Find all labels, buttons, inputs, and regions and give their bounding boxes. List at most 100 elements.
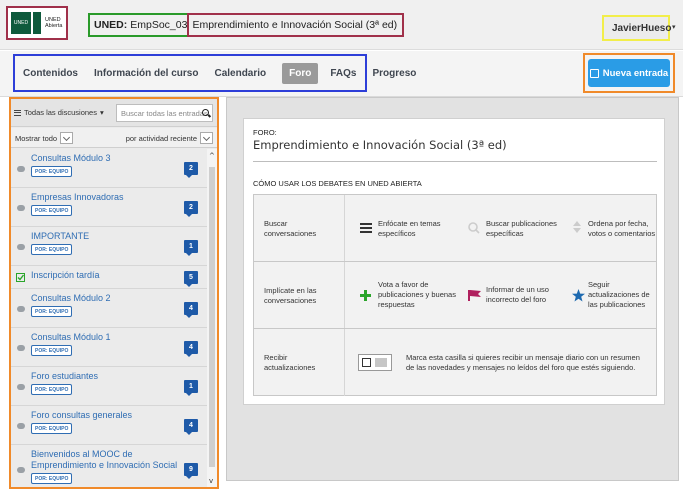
thread-item[interactable]: IMPORTANTE POR: EQUIPO 1	[11, 227, 207, 266]
search-input[interactable]: Buscar todas las entradas	[116, 104, 213, 122]
tab-calendario[interactable]: Calendario	[214, 68, 266, 79]
comment-icon	[17, 166, 25, 172]
sidebar-toolbar: Todas las discusiones ▾ Buscar todas las…	[11, 99, 217, 127]
group-tag: POR: EQUIPO	[31, 423, 73, 434]
howto-cell: Enfócate en temas específicos	[378, 219, 441, 238]
comment-icon	[17, 345, 25, 351]
group-tag: POR: EQUIPO	[31, 244, 73, 255]
search-icon[interactable]	[202, 109, 209, 116]
tab-foro[interactable]: Foro	[282, 62, 319, 84]
comment-icon	[17, 244, 25, 250]
envelope-icon	[375, 358, 387, 367]
user-caret-icon[interactable]: ▾	[672, 23, 676, 31]
header: UNED UNED Abierta UNED: EmpSoc_03 Empren…	[0, 0, 683, 50]
comment-icon	[17, 205, 25, 211]
logo-mark-bar	[33, 12, 41, 34]
thread-item[interactable]: Inscripción tardía 5	[11, 266, 207, 289]
subscribe-toggle[interactable]	[358, 354, 392, 371]
group-tag: POR: EQUIPO	[31, 205, 73, 216]
howto-table: Buscar conversaciones Enfócate en temas …	[253, 194, 657, 396]
comment-count-badge: 9	[184, 463, 198, 479]
page: UNED UNED Abierta UNED: EmpSoc_03 Empren…	[0, 0, 683, 492]
plus-icon	[360, 290, 371, 301]
row-label: Implícate en las conversaciones	[264, 286, 317, 305]
logo-mark: UNED	[11, 12, 31, 34]
howto-cell: Buscar publicaciones específicas	[486, 219, 557, 238]
tab-progreso[interactable]: Progreso	[373, 68, 417, 79]
thread-item[interactable]: Bienvenidos al MOOC de Emprendimiento e …	[11, 445, 207, 487]
row-separator	[344, 195, 345, 261]
thread-title[interactable]: Foro consultas generales	[31, 410, 179, 421]
course-title: UNED: EmpSoc_03 Emprendimiento e Innovac…	[88, 13, 405, 37]
logo-text: UNED Abierta	[45, 17, 62, 29]
thread-item[interactable]: Foro estudiantes POR: EQUIPO 1	[11, 367, 207, 406]
pencil-icon	[589, 68, 599, 78]
thread-list: Consultas Módulo 3 POR: EQUIPO 2 Empresas I…	[11, 149, 207, 487]
comment-count-badge: 4	[184, 419, 198, 435]
howto-row-updates: Recibir actualizaciones Marca esta casil…	[254, 329, 656, 396]
user-menu[interactable]: JavierHueso	[602, 15, 672, 41]
course-code: EmpSoc_03	[130, 13, 190, 37]
row-label: Buscar conversaciones	[264, 219, 317, 238]
comment-icon	[17, 423, 25, 429]
row-label: Recibir actualizaciones	[264, 353, 316, 372]
tab-contenidos[interactable]: Contenidos	[23, 68, 78, 79]
new-entry-label: Nueva entrada	[602, 67, 669, 79]
thread-title[interactable]: Bienvenidos al MOOC de Emprendimiento e …	[31, 449, 179, 471]
forum-main: FORO: Emprendimiento e Innovación Social…	[226, 97, 679, 481]
sort-bar: Mostrar todo por actividad reciente	[11, 128, 217, 148]
uned-logo[interactable]: UNED UNED Abierta	[6, 6, 68, 40]
thread-item[interactable]: Consultas Módulo 3 POR: EQUIPO 2	[11, 149, 207, 188]
forum-welcome-card: FORO: Emprendimiento e Innovación Social…	[243, 118, 665, 405]
subscribe-description: Marca esta casilla si quieres recibir un…	[406, 353, 640, 372]
group-tag: POR: EQUIPO	[31, 473, 73, 484]
comment-count-badge: 4	[184, 302, 198, 318]
scrollbar-thumb[interactable]	[209, 167, 215, 467]
howto-cell: Seguir actualizaciones de las publicacio…	[588, 280, 650, 309]
discussion-sidebar: Todas las discusiones ▾ Buscar todas las…	[11, 99, 217, 487]
comment-count-badge: 2	[184, 201, 198, 217]
course-name: Emprendimiento e Innovación Social (3ª e…	[187, 13, 405, 37]
tab-faqs[interactable]: FAQs	[330, 68, 356, 79]
thread-title[interactable]: Inscripción tardía	[31, 270, 179, 281]
comment-icon	[17, 384, 25, 390]
chevron-down-icon[interactable]	[200, 132, 213, 144]
thread-title[interactable]: Consultas Módulo 3	[31, 153, 179, 164]
sidebar-scrollbar[interactable]: ^ v	[207, 149, 217, 487]
thread-item[interactable]: Empresas Innovadoras POR: EQUIPO 2	[11, 188, 207, 227]
chevron-down-icon[interactable]	[60, 132, 74, 144]
thread-title[interactable]: Consultas Módulo 1	[31, 332, 179, 343]
sort-select[interactable]: por actividad reciente	[126, 132, 213, 144]
thread-title[interactable]: Consultas Módulo 2	[31, 293, 179, 304]
thread-item[interactable]: Consultas Módulo 1 POR: EQUIPO 4	[11, 328, 207, 367]
sort-icon	[573, 221, 581, 233]
scroll-down-icon[interactable]: v	[209, 477, 213, 485]
course-tabs: Contenidos Información del curso Calenda…	[13, 54, 416, 92]
group-tag: POR: EQUIPO	[31, 166, 73, 177]
subscribe-checkbox[interactable]	[362, 358, 371, 367]
tab-informacion[interactable]: Información del curso	[94, 68, 198, 79]
comment-count-badge: 5	[184, 271, 198, 287]
show-all-select[interactable]: Mostrar todo	[15, 132, 74, 144]
howto-cell: Vota a favor de publicaciones y buenas r…	[378, 280, 456, 309]
thread-item[interactable]: Foro consultas generales POR: EQUIPO 4	[11, 406, 207, 445]
user-name: JavierHueso	[612, 22, 672, 34]
foro-title: Emprendimiento e Innovación Social (3ª e…	[253, 138, 507, 152]
thread-title[interactable]: IMPORTANTE	[31, 231, 179, 242]
discussion-filter[interactable]: Todas las discusiones ▾	[14, 108, 104, 117]
group-tag: POR: EQUIPO	[31, 384, 73, 395]
scroll-up-icon[interactable]: ^	[209, 152, 215, 160]
flag-icon	[468, 290, 481, 301]
group-tag: POR: EQUIPO	[31, 306, 73, 317]
star-icon	[572, 289, 585, 302]
howto-cell: Ordena por fecha, votos o comentarios	[588, 219, 656, 238]
thread-item[interactable]: Consultas Módulo 2 POR: EQUIPO 4	[11, 289, 207, 328]
thread-title[interactable]: Foro estudiantes	[31, 371, 179, 382]
comment-icon	[17, 467, 25, 473]
foro-label: FORO:	[253, 128, 277, 137]
thread-title[interactable]: Empresas Innovadoras	[31, 192, 179, 203]
howto-row-engage: Implícate en las conversaciones Vota a f…	[254, 262, 656, 329]
course-prefix: UNED:	[88, 13, 131, 37]
row-separator	[344, 329, 345, 396]
new-entry-button[interactable]: Nueva entrada	[588, 59, 670, 87]
